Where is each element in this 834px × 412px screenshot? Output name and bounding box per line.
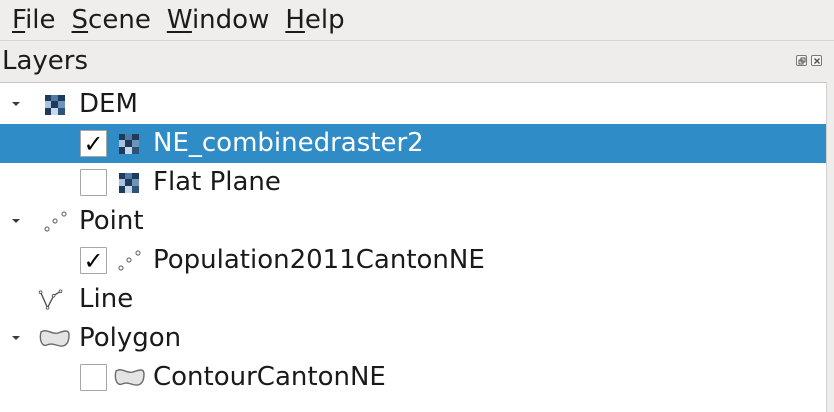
raster-icon [119,134,139,154]
dock-title: Layers [2,46,89,76]
menu-file-mnemonic: F [12,5,26,35]
layers-dock-header: Layers [0,41,834,81]
menu-help[interactable]: Help [285,0,344,40]
menu-help-mnemonic: H [285,5,305,35]
tree-row-point[interactable]: Point [0,202,826,241]
menu-scene-label: cene [88,5,151,35]
application-window: File Scene Window Help Layers DEM ✓ NE_c… [0,0,834,412]
menu-file-label: ile [25,5,56,35]
layer-visibility-checkbox[interactable] [80,169,107,196]
tree-row-dem[interactable]: DEM [0,85,826,124]
expand-arrow-icon[interactable] [12,102,20,106]
layer-visibility-checkbox[interactable] [80,364,107,391]
tree-row-label: Population2011CantonNE [153,245,485,275]
tree-row-label: DEM [79,89,138,119]
raster-icon [45,95,65,115]
tree-row-line[interactable]: Line [0,280,826,319]
tree-row-flat-plane[interactable]: Flat Plane [0,163,826,202]
scrollbar-gutter[interactable] [826,82,834,412]
menu-help-label: elp [304,5,345,35]
tree-row-ne-combinedraster2[interactable]: ✓ NE_combinedraster2 [0,124,826,163]
expand-arrow-icon[interactable] [12,336,20,340]
menu-scene[interactable]: Scene [72,0,151,40]
line-icon [38,289,63,310]
menu-window[interactable]: Window [167,0,270,40]
point-icon [118,250,141,271]
menu-window-mnemonic: W [166,5,192,35]
tree-row-label: Line [79,284,134,314]
check-mark-icon: ✓ [83,129,104,158]
menu-bar: File Scene Window Help [0,0,834,40]
tree-row-contourcantonne[interactable]: ContourCantonNE [0,358,826,397]
tree-row-label: Polygon [79,323,182,353]
close-icon[interactable] [811,55,822,66]
polygon-icon [114,369,145,386]
expand-arrow-icon[interactable] [12,219,20,223]
layer-tree: DEM ✓ NE_combinedraster2 Flat Plane Poin… [0,82,826,412]
layer-visibility-checkbox[interactable]: ✓ [80,130,107,157]
tree-row-label: Point [79,206,144,236]
tree-row-label: Flat Plane [153,167,281,197]
point-icon [44,211,67,232]
tree-row-polygon[interactable]: Polygon [0,319,826,358]
raster-icon [119,173,139,193]
tree-row-label: ContourCantonNE [153,362,386,392]
check-mark-icon: ✓ [83,246,104,275]
tree-row-population2011cantonne[interactable]: ✓ Population2011CantonNE [0,241,826,280]
tree-row-label: NE_combinedraster2 [153,128,424,158]
polygon-icon [39,330,70,347]
menu-scene-mnemonic: S [71,5,89,35]
layer-visibility-checkbox[interactable]: ✓ [80,247,107,274]
menu-window-label: indow [191,5,270,35]
float-icon[interactable] [796,55,807,66]
menu-file[interactable]: File [12,0,56,40]
